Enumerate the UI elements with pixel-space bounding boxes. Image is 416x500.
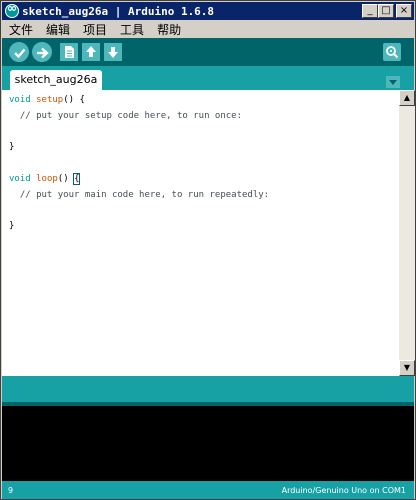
title-bar: sketch_aug26a | Arduino 1.6.8 _ □ × [2, 1, 414, 20]
code-close-brace: } [9, 221, 15, 231]
window-controls: _ □ × [362, 4, 412, 18]
serial-monitor-icon [386, 46, 399, 59]
tab-sketch[interactable]: sketch_aug26a [10, 70, 102, 90]
menu-file[interactable]: 文件 [2, 21, 39, 38]
upload-button[interactable] [31, 41, 53, 63]
code-close-brace: } [9, 142, 15, 152]
function-setup: setup [36, 95, 64, 105]
code-comment-loop: // put your main code here, to run repea… [9, 190, 270, 200]
code-punct: () [57, 174, 75, 184]
code-comment-setup: // put your setup code here, to run once… [9, 111, 242, 121]
menu-tools[interactable]: 工具 [113, 21, 150, 38]
function-loop: loop [36, 174, 58, 184]
save-button[interactable] [104, 43, 122, 61]
new-button[interactable] [60, 43, 78, 61]
toolbar [2, 38, 414, 66]
verify-button[interactable] [8, 41, 30, 63]
line-number: 9 [8, 486, 14, 495]
matched-brace: { [72, 173, 81, 185]
save-icon [108, 47, 118, 58]
code-line-setup: void setup() { [9, 95, 85, 105]
window-title: sketch_aug26a | Arduino 1.6.8 [22, 4, 215, 18]
arduino-logo-icon [5, 1, 19, 18]
status-bar: 9 Arduino/Genuino Uno on COM1 [2, 481, 414, 499]
menu-bar: 文件 编辑 项目 工具 帮助 [2, 20, 414, 38]
code-editor[interactable]: void setup() { // put your setup code he… [2, 90, 399, 376]
menu-sketch[interactable]: 项目 [76, 21, 113, 38]
chevron-down-icon [386, 76, 400, 88]
menu-edit[interactable]: 编辑 [39, 21, 76, 38]
code-punct: () { [63, 95, 85, 105]
code-line-loop: void loop() { [9, 173, 81, 185]
keyword-void: void [9, 174, 31, 184]
scroll-up-button[interactable]: ▲ [399, 90, 415, 106]
keyword-void: void [9, 95, 31, 105]
maximize-button[interactable]: □ [378, 4, 394, 18]
serial-monitor-button[interactable] [383, 43, 401, 61]
board-port-status: Arduino/Genuino Uno on COM1 [281, 486, 406, 495]
close-button[interactable]: × [396, 4, 412, 18]
console-output [2, 406, 414, 481]
verify-icon [14, 48, 26, 59]
editor-scrollbar[interactable]: ▲ ▼ [399, 90, 415, 376]
open-icon [86, 46, 96, 57]
scroll-down-button[interactable]: ▼ [399, 360, 415, 376]
menu-help[interactable]: 帮助 [150, 21, 187, 38]
tab-strip: sketch_aug26a [2, 66, 414, 90]
arduino-ide-window: sketch_aug26a | Arduino 1.6.8 _ □ × 文件 编… [0, 0, 416, 500]
new-icon [65, 46, 74, 58]
tab-menu-button[interactable] [386, 73, 400, 88]
minimize-button[interactable]: _ [362, 4, 378, 18]
open-button[interactable] [82, 43, 100, 61]
upload-icon [37, 47, 49, 59]
